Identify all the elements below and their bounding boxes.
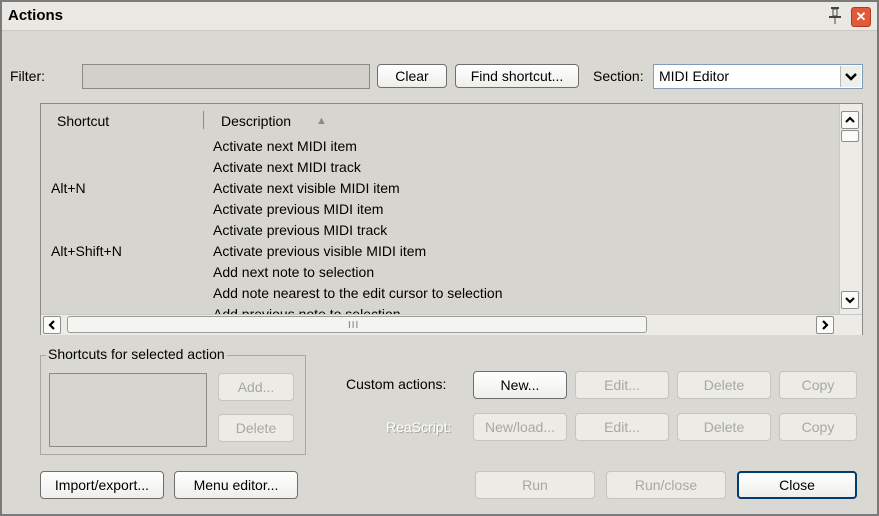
vertical-scrollbar[interactable] — [839, 104, 862, 314]
scroll-grip: III — [348, 320, 360, 331]
filter-label: Filter: — [10, 68, 45, 84]
column-header-shortcut[interactable]: Shortcut — [57, 113, 109, 129]
chevron-down-icon[interactable] — [840, 66, 861, 87]
menu-editor-button[interactable]: Menu editor... — [174, 471, 298, 499]
row-description: Add note nearest to the edit cursor to s… — [213, 285, 503, 301]
actions-list[interactable]: Shortcut Description ▲ Activate next MID… — [40, 103, 863, 335]
close-button[interactable]: Close — [737, 471, 857, 499]
delete-shortcut-button[interactable]: Delete — [218, 414, 294, 442]
horizontal-scroll-thumb[interactable]: III — [67, 316, 647, 333]
title-bar[interactable]: Actions ✕ — [2, 2, 877, 31]
column-header-description[interactable]: Description — [221, 113, 291, 129]
custom-actions-label: Custom actions: — [346, 376, 447, 392]
list-rows: Activate next MIDI item Activate next MI… — [41, 136, 838, 314]
delete-custom-action-button[interactable]: Delete — [677, 371, 771, 399]
shortcuts-group: Shortcuts for selected action Add... Del… — [40, 346, 306, 455]
row-description: Activate next MIDI track — [213, 159, 361, 175]
list-row[interactable]: Add previous note to selection — [41, 304, 838, 314]
list-row[interactable]: Add next note to selection — [41, 262, 838, 283]
section-label: Section: — [593, 68, 644, 84]
list-row[interactable]: Activate previous MIDI track — [41, 220, 838, 241]
run-button[interactable]: Run — [475, 471, 595, 499]
row-shortcut: Alt+N — [51, 180, 86, 196]
find-shortcut-button[interactable]: Find shortcut... — [455, 64, 579, 88]
list-row[interactable]: Add note nearest to the edit cursor to s… — [41, 283, 838, 304]
row-description: Activate previous MIDI track — [213, 222, 388, 238]
shortcuts-list[interactable] — [49, 373, 207, 447]
copy-reascript-button[interactable]: Copy — [779, 413, 857, 441]
scroll-down-icon[interactable] — [841, 291, 859, 309]
section-selected-value: MIDI Editor — [659, 68, 730, 84]
list-row[interactable]: Activate next MIDI track — [41, 157, 838, 178]
clear-button[interactable]: Clear — [377, 64, 447, 88]
row-description: Activate previous MIDI item — [213, 201, 384, 217]
list-header: Shortcut Description ▲ — [41, 104, 838, 136]
row-description: Activate next visible MIDI item — [213, 180, 400, 196]
section-select[interactable]: MIDI Editor — [653, 64, 863, 89]
scroll-up-icon[interactable] — [841, 111, 859, 129]
shortcuts-group-title: Shortcuts for selected action — [46, 346, 227, 362]
edit-reascript-button[interactable]: Edit... — [575, 413, 669, 441]
add-shortcut-button[interactable]: Add... — [218, 373, 294, 401]
row-shortcut: Alt+Shift+N — [51, 243, 122, 259]
list-row[interactable]: Alt+N Activate next visible MIDI item — [41, 178, 838, 199]
import-export-button[interactable]: Import/export... — [40, 471, 164, 499]
edit-custom-action-button[interactable]: Edit... — [575, 371, 669, 399]
window-title: Actions — [8, 7, 64, 24]
sort-ascending-icon: ▲ — [316, 115, 327, 127]
list-row[interactable]: Alt+Shift+N Activate previous visible MI… — [41, 241, 838, 262]
row-description: Activate next MIDI item — [213, 138, 357, 154]
row-description: Add previous note to selection — [213, 306, 401, 314]
scroll-right-icon[interactable] — [816, 316, 834, 334]
list-row[interactable]: Activate next MIDI item — [41, 136, 838, 157]
reascript-label: ReaScript: — [386, 419, 452, 435]
actions-window: Actions ✕ Filter: Clear Find shortcut...… — [0, 0, 879, 516]
pin-icon[interactable] — [827, 5, 843, 25]
copy-custom-action-button[interactable]: Copy — [779, 371, 857, 399]
vertical-scroll-thumb[interactable] — [841, 130, 859, 142]
close-window-icon[interactable]: ✕ — [851, 7, 871, 27]
delete-reascript-button[interactable]: Delete — [677, 413, 771, 441]
horizontal-scrollbar[interactable]: III — [41, 314, 862, 335]
scroll-left-icon[interactable] — [43, 316, 61, 334]
column-divider[interactable] — [203, 111, 204, 129]
new-custom-action-button[interactable]: New... — [473, 371, 567, 399]
filter-input[interactable] — [82, 64, 370, 89]
row-description: Activate previous visible MIDI item — [213, 243, 427, 259]
list-row[interactable]: Activate previous MIDI item — [41, 199, 838, 220]
new-load-reascript-button[interactable]: New/load... — [473, 413, 567, 441]
row-description: Add next note to selection — [213, 264, 375, 280]
run-close-button[interactable]: Run/close — [606, 471, 726, 499]
